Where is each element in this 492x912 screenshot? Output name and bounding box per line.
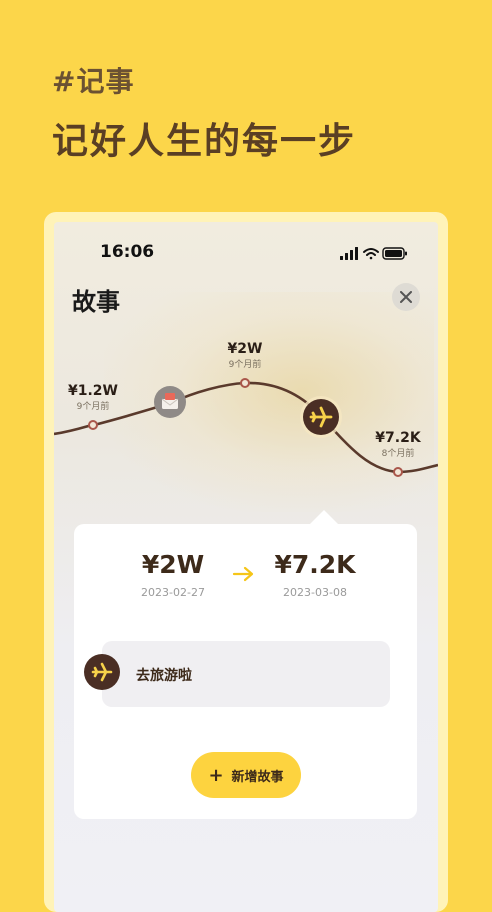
- point-time-ago: 8个月前: [382, 447, 415, 459]
- mail-event-marker[interactable]: [154, 386, 186, 418]
- point-amount: ¥2W: [228, 341, 263, 357]
- story-detail-card: ¥2W 2023-02-27 ¥7.2K 2023-03-08 去旅游啦 + 新…: [74, 524, 417, 819]
- story-icon: [84, 654, 120, 690]
- arrow-right-icon: [232, 566, 254, 582]
- point-amount: ¥7.2K: [375, 430, 422, 446]
- timeline-point[interactable]: [240, 378, 250, 388]
- point-amount: ¥1.2W: [68, 383, 118, 399]
- timeline-point[interactable]: [88, 420, 98, 430]
- promo-title: 记好人生的每一步: [52, 121, 357, 162]
- airplane-icon: [91, 662, 113, 682]
- card-pointer: [310, 510, 338, 524]
- timeline-point[interactable]: [393, 467, 403, 477]
- plus-icon: +: [208, 764, 224, 786]
- to-date: 2023-03-08: [283, 586, 347, 599]
- story-timeline-chart: ¥1.2W 9个月前 ¥2W 9个月前 ¥7.2K 8个月前: [54, 341, 438, 477]
- point-time-ago: 9个月前: [229, 358, 262, 370]
- from-date: 2023-02-27: [141, 586, 205, 599]
- add-story-button[interactable]: + 新增故事: [191, 752, 301, 798]
- to-amount: ¥7.2K: [274, 550, 356, 579]
- point-time-ago: 9个月前: [77, 400, 110, 412]
- promo-tag: #记事: [52, 65, 135, 98]
- add-story-label: 新增故事: [231, 769, 284, 785]
- from-amount: ¥2W: [141, 550, 205, 579]
- airplane-event-marker[interactable]: [300, 396, 342, 438]
- story-label: 去旅游啦: [136, 668, 192, 684]
- phone-screen: 16:06 故事 ¥1.2W 9个月前 ¥2W 9个月前 ¥7.2K 8个月前 …: [54, 222, 438, 912]
